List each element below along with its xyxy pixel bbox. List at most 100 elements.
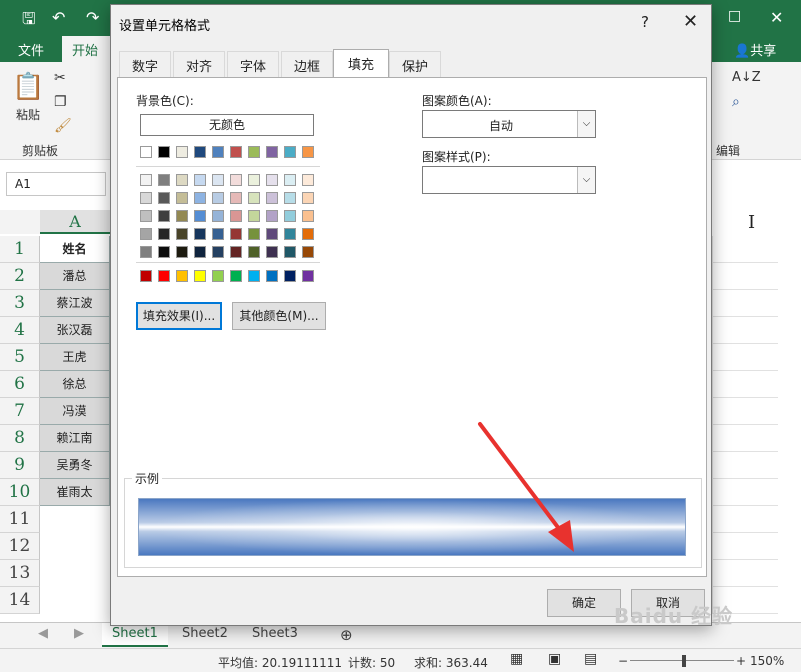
color-swatch[interactable] — [302, 174, 314, 186]
row-header[interactable]: 3 — [0, 290, 40, 317]
color-swatch[interactable] — [176, 146, 188, 158]
color-swatch[interactable] — [302, 246, 314, 258]
color-swatch[interactable] — [248, 270, 260, 282]
color-swatch[interactable] — [212, 246, 224, 258]
pattern-style-select[interactable]: ⌵ — [422, 166, 596, 194]
zoom-slider-thumb[interactable] — [682, 655, 686, 667]
color-swatch[interactable] — [140, 192, 152, 204]
sheet-tab-sheet1[interactable]: Sheet1 — [102, 623, 168, 647]
color-swatch[interactable] — [212, 146, 224, 158]
table-cell[interactable]: 冯漠 — [40, 398, 110, 425]
color-swatch[interactable] — [230, 228, 242, 240]
row-header[interactable]: 2 — [0, 263, 40, 290]
more-colors-button[interactable]: 其他颜色(M)... — [232, 302, 326, 330]
color-swatch[interactable] — [284, 174, 296, 186]
row-header[interactable]: 6 — [0, 371, 40, 398]
zoom-out-icon[interactable]: − — [618, 654, 628, 668]
color-swatch[interactable] — [194, 146, 206, 158]
share-button[interactable]: 👤共享 — [734, 40, 776, 59]
table-cell[interactable]: 徐总 — [40, 371, 110, 398]
color-swatch[interactable] — [266, 270, 278, 282]
color-swatch[interactable] — [194, 210, 206, 222]
color-swatch[interactable] — [248, 228, 260, 240]
color-swatch[interactable] — [194, 270, 206, 282]
color-swatch[interactable] — [284, 210, 296, 222]
color-swatch[interactable] — [212, 228, 224, 240]
row-header[interactable]: 7 — [0, 398, 40, 425]
ok-button[interactable]: 确定 — [547, 589, 621, 617]
color-swatch[interactable] — [140, 228, 152, 240]
color-swatch[interactable] — [284, 270, 296, 282]
color-swatch[interactable] — [248, 246, 260, 258]
grid-cell[interactable] — [712, 317, 778, 344]
table-cell[interactable]: 崔雨太 — [40, 479, 110, 506]
redo-icon[interactable]: ↷ — [86, 8, 99, 27]
grid-cell[interactable] — [712, 236, 778, 263]
paste-label[interactable]: 粘贴 — [16, 106, 40, 123]
color-swatch[interactable] — [302, 192, 314, 204]
tab-alignment[interactable]: 对齐 — [173, 51, 226, 77]
color-swatch[interactable] — [158, 270, 170, 282]
color-swatch[interactable] — [176, 210, 188, 222]
color-swatch[interactable] — [284, 246, 296, 258]
table-cell[interactable]: 潘总 — [40, 263, 110, 290]
color-swatch[interactable] — [194, 228, 206, 240]
grid-cell[interactable] — [712, 398, 778, 425]
row-header[interactable]: 9 — [0, 452, 40, 479]
row-header[interactable]: 1 — [0, 236, 40, 263]
grid-cell[interactable] — [712, 452, 778, 479]
color-swatch[interactable] — [248, 146, 260, 158]
color-swatch[interactable] — [176, 270, 188, 282]
color-swatch[interactable] — [284, 146, 296, 158]
no-color-button[interactable]: 无颜色 — [140, 114, 314, 136]
color-swatch[interactable] — [284, 228, 296, 240]
grid-cell[interactable] — [712, 479, 778, 506]
color-swatch[interactable] — [158, 246, 170, 258]
row-header[interactable]: 13 — [0, 560, 40, 587]
grid-cell[interactable] — [712, 263, 778, 290]
page-layout-icon[interactable]: ▣ — [548, 651, 561, 667]
color-swatch[interactable] — [230, 270, 242, 282]
table-cell[interactable]: 吴勇冬 — [40, 452, 110, 479]
pattern-color-select[interactable]: 自动 ⌵ — [422, 110, 596, 138]
sort-filter-icon[interactable]: A↓Z — [732, 70, 761, 85]
tab-home[interactable]: 开始 — [62, 36, 110, 62]
color-swatch[interactable] — [140, 270, 152, 282]
grid-cell[interactable] — [712, 371, 778, 398]
color-swatch[interactable] — [140, 210, 152, 222]
row-header[interactable]: 14 — [0, 587, 40, 614]
row-header[interactable]: 10 — [0, 479, 40, 506]
color-swatch[interactable] — [266, 174, 278, 186]
color-swatch[interactable] — [266, 210, 278, 222]
color-swatch[interactable] — [248, 192, 260, 204]
tab-file[interactable]: 文件 — [18, 40, 44, 59]
add-sheet-icon[interactable]: ⊕ — [330, 623, 363, 647]
color-swatch[interactable] — [230, 246, 242, 258]
normal-view-icon[interactable]: ▦ — [510, 651, 523, 667]
sheet-tab-sheet2[interactable]: Sheet2 — [172, 623, 238, 647]
tab-protection[interactable]: 保护 — [389, 51, 442, 77]
color-swatch[interactable] — [230, 210, 242, 222]
color-swatch[interactable] — [158, 192, 170, 204]
table-cell[interactable]: 王虎 — [40, 344, 110, 371]
help-button[interactable]: ? — [641, 13, 649, 31]
grid-cell[interactable] — [712, 425, 778, 452]
color-swatch[interactable] — [212, 210, 224, 222]
close-window-icon[interactable]: ✕ — [770, 8, 783, 27]
grid-cell[interactable] — [712, 290, 778, 317]
tab-border[interactable]: 边框 — [281, 51, 334, 77]
color-swatch[interactable] — [158, 210, 170, 222]
tab-number[interactable]: 数字 — [119, 51, 172, 77]
table-cell[interactable]: 蔡江波 — [40, 290, 110, 317]
row-header[interactable]: 4 — [0, 317, 40, 344]
grid-cell[interactable] — [712, 344, 778, 371]
page-break-icon[interactable]: ▤ — [584, 651, 597, 667]
color-swatch[interactable] — [266, 246, 278, 258]
table-cell[interactable]: 张汉磊 — [40, 317, 110, 344]
zoom-in-icon[interactable]: + — [736, 654, 746, 668]
find-icon[interactable]: ⌕ — [732, 94, 740, 110]
paste-icon[interactable]: 📋 — [12, 72, 44, 102]
color-swatch[interactable] — [230, 146, 242, 158]
zoom-level[interactable]: 150% — [750, 654, 784, 668]
color-swatch[interactable] — [212, 270, 224, 282]
